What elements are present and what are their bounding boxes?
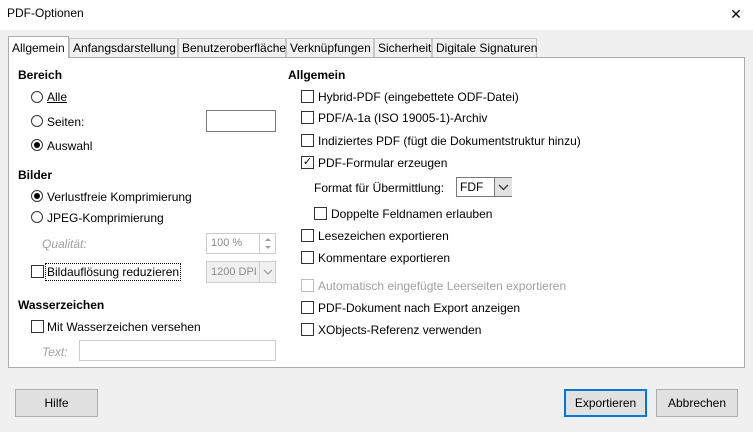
checkbox-leerseiten[interactable] [301, 279, 314, 292]
label-auswahl: Auswahl [47, 139, 93, 153]
radio-auswahl[interactable] [31, 139, 43, 151]
tab-digitale-signaturen[interactable]: Digitale Signaturen [432, 38, 537, 57]
label-indiziert: Indiziertes PDF (fügt die Dokumentstrukt… [318, 134, 581, 148]
checkbox-kommentare[interactable] [301, 251, 314, 264]
window-title: PDF-Optionen [7, 6, 84, 20]
radio-alle[interactable] [31, 91, 43, 103]
tab-verknuepfungen[interactable]: Verknüpfungen [286, 38, 374, 57]
dpi-value: 1200 DPI [211, 266, 257, 278]
checkbox-bildaufloesung[interactable] [31, 265, 44, 278]
radio-verlustfrei[interactable] [31, 190, 43, 202]
checkbox-lesezeichen[interactable] [301, 229, 314, 242]
label-format: Format für Übermittlung: [314, 181, 445, 195]
hilfe-button[interactable]: Hilfe [15, 389, 98, 417]
abbrechen-button-label: Abbrechen [667, 396, 727, 410]
dpi-dropdown-button[interactable] [259, 262, 276, 282]
title-bar [0, 0, 753, 30]
spin-arrows-icon [265, 238, 271, 249]
checkbox-doppelte[interactable] [314, 207, 327, 220]
label-kommentare: Kommentare exportieren [318, 251, 451, 265]
label-jpeg: JPEG-Komprimierung [47, 211, 164, 225]
label-leerseiten: Automatisch eingefügte Leerseiten export… [318, 279, 567, 293]
tab-label: Benutzeroberfläche [182, 41, 287, 55]
format-value: FDF [460, 180, 484, 194]
label-qualitaet: Qualität: [42, 237, 87, 251]
label-verlustfrei: Verlustfreie Komprimierung [47, 190, 192, 204]
section-heading-bilder: Bilder [18, 168, 53, 182]
label-alle-text: Alle [47, 90, 68, 104]
qualitaet-value: 100 % [211, 237, 243, 249]
section-heading-bereich: Bereich [18, 68, 63, 82]
exportieren-button[interactable]: Exportieren [564, 389, 647, 417]
label-bildaufloesung: Bildauflösung reduzieren [44, 263, 182, 281]
label-pdfa: PDF/A-1a (ISO 19005-1)-Archiv [318, 111, 488, 125]
tab-anfangsdarstellung[interactable]: Anfangsdarstellung [69, 38, 178, 57]
label-hybrid: Hybrid-PDF (eingebettete ODF-Datei) [318, 90, 519, 104]
tab-label: Verknüpfungen [290, 41, 371, 55]
checkbox-pdfa[interactable] [301, 111, 314, 124]
label-anzeigen: PDF-Dokument nach Export anzeigen [318, 301, 521, 315]
checkbox-xobjects[interactable] [301, 323, 314, 336]
section-heading-wasserzeichen: Wasserzeichen [18, 298, 105, 312]
chevron-down-icon [263, 269, 273, 275]
close-icon[interactable]: ✕ [722, 2, 750, 26]
label-seiten: Seiten: [47, 115, 85, 129]
check-icon: ✓ [302, 156, 313, 168]
chevron-down-icon [498, 184, 509, 191]
checkbox-wasserzeichen[interactable] [31, 320, 44, 333]
abbrechen-button[interactable]: Abbrechen [656, 389, 738, 417]
label-formular: PDF-Formular erzeugen [318, 156, 448, 170]
tab-label: Anfangsdarstellung [73, 41, 176, 55]
checkbox-anzeigen[interactable] [301, 301, 314, 314]
label-lesezeichen: Lesezeichen exportieren [318, 229, 449, 243]
radio-jpeg[interactable] [31, 211, 43, 223]
label-doppelte: Doppelte Feldnamen erlauben [331, 207, 493, 221]
tab-allgemein[interactable]: Allgemein [8, 36, 69, 58]
tab-label: Sicherheit [378, 41, 432, 55]
checkbox-formular[interactable]: ✓ [301, 156, 314, 169]
qualitaet-spin-buttons[interactable] [259, 234, 276, 253]
label-wasserzeichen-text: Text: [42, 345, 68, 359]
label-xobjects: XObjects-Referenz verwenden [318, 323, 482, 337]
wasserzeichen-text-input[interactable] [79, 340, 276, 361]
radio-seiten[interactable] [31, 115, 43, 127]
seiten-input[interactable] [206, 110, 276, 132]
format-dropdown-button[interactable] [494, 178, 512, 196]
tab-label: Digitale Signaturen [436, 41, 538, 55]
tab-label: Allgemein [12, 41, 65, 55]
tab-sicherheit[interactable]: Sicherheit [374, 38, 432, 57]
checkbox-indiziert[interactable] [301, 134, 314, 147]
exportieren-button-label: Exportieren [574, 396, 637, 410]
tab-benutzeroberflaeche[interactable]: Benutzeroberfläche [178, 38, 286, 57]
checkbox-hybrid[interactable] [301, 90, 314, 103]
section-heading-allgemein: Allgemein [288, 68, 346, 82]
hilfe-button-label: Hilfe [44, 396, 69, 410]
label-alle: Alle [47, 90, 67, 104]
label-wasserzeichen: Mit Wasserzeichen versehen [47, 320, 201, 334]
